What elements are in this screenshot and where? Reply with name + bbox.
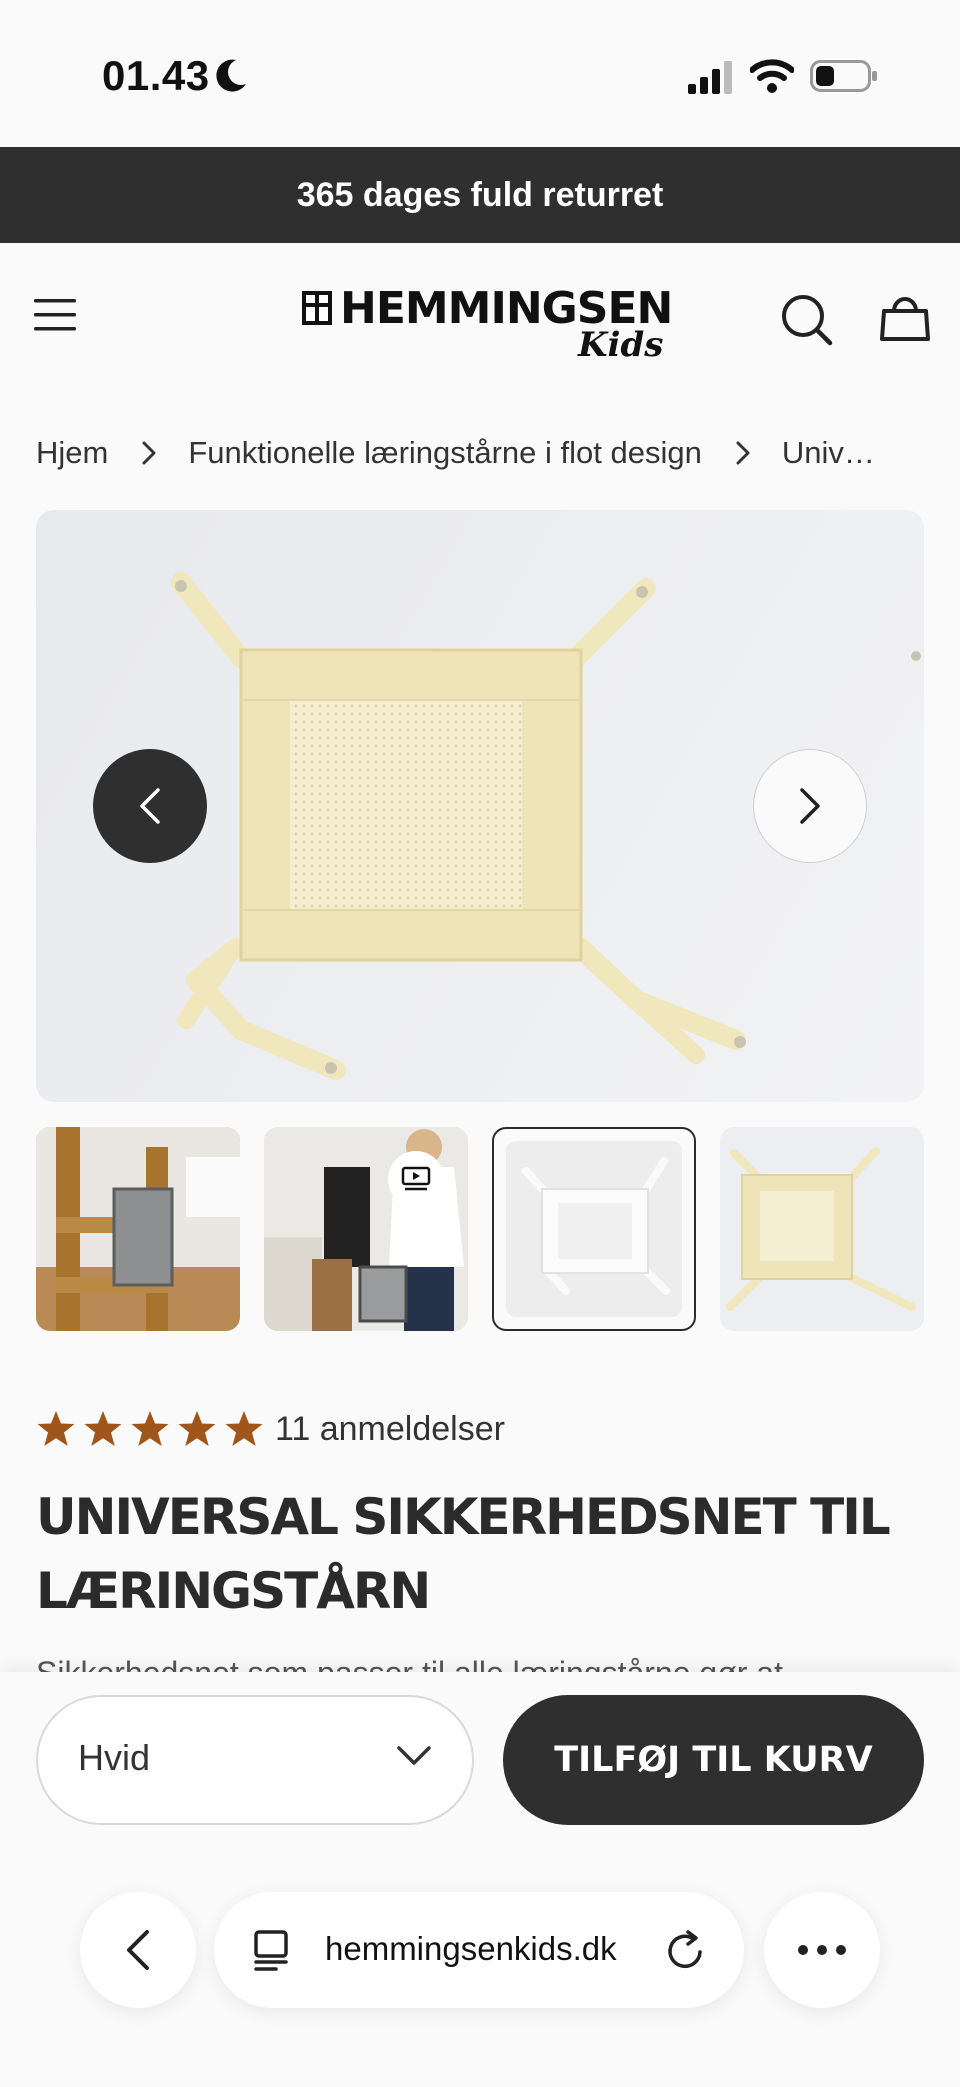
browser-more-button[interactable] [764, 1892, 880, 2008]
video-badge [388, 1151, 444, 1207]
white-net-photo [522, 1157, 670, 1295]
logo-mark-icon [302, 291, 332, 325]
wifi-icon [750, 59, 794, 93]
product-rating[interactable]: 11 anmeldelser [36, 1405, 505, 1453]
announcement-text: 365 dages fuld returret [296, 175, 664, 214]
sticky-purchase-bar: Hvid TILFØJ TIL KURV [0, 1672, 960, 2087]
browser-url: hemmingsenkids.dk [325, 1930, 617, 1967]
chevron-right-icon [736, 441, 750, 465]
browser-back-button[interactable] [80, 1892, 196, 2008]
breadcrumb-home[interactable]: Hjem [36, 435, 108, 471]
more-options-icon [798, 1945, 846, 1955]
product-description: Sikkerhedsnet som passer til alle læring… [36, 1655, 783, 1674]
beige-net-photo [726, 1147, 916, 1311]
chevron-left-icon [127, 1930, 149, 1970]
site-header: HEMMINGSEN Kids [0, 243, 960, 393]
battery-icon [810, 60, 877, 92]
chevron-right-icon [142, 441, 156, 465]
breadcrumb-collection[interactable]: Funktionelle læringstårne i flot design [188, 435, 702, 471]
browser-address-bar[interactable]: hemmingsenkids.dk [214, 1892, 744, 2008]
chevron-down-icon [397, 1746, 431, 1765]
status-time: 01.43 [102, 52, 210, 99]
logo-subtext: Kids [578, 325, 664, 365]
status-bar: 01.43 [0, 0, 960, 147]
reload-icon[interactable] [666, 1930, 706, 1972]
star-icon [37, 1411, 75, 1446]
product-title: UNIVERSAL SIKKERHEDSNET TIL LÆRINGSTÅRN [36, 1488, 891, 1620]
thumbnail-2-video[interactable] [264, 1127, 468, 1331]
search-icon[interactable] [780, 293, 834, 347]
learning-tower-photo [36, 1127, 240, 1331]
breadcrumb: Hjem Funktionelle læringstårne i flot de… [36, 428, 936, 478]
play-video-icon [401, 1166, 431, 1191]
review-count[interactable]: 11 anmeldelser [275, 1410, 505, 1449]
gallery-prev-button[interactable] [93, 749, 207, 863]
moon-icon [216, 59, 246, 92]
hamburger-menu-icon[interactable] [32, 295, 78, 335]
cellular-signal-icon [688, 61, 732, 94]
variant-select[interactable]: Hvid [36, 1695, 474, 1825]
add-to-cart-button[interactable]: TILFØJ TIL KURV [503, 1695, 924, 1825]
variant-selected-value: Hvid [78, 1737, 151, 1778]
thumbnail-4[interactable] [720, 1127, 924, 1331]
shopping-bag-icon[interactable] [878, 291, 932, 345]
breadcrumb-current: Univ… [781, 435, 875, 470]
gallery-next-button[interactable] [753, 749, 867, 863]
announcement-bar: 365 dages fuld returret [0, 147, 960, 243]
star-icon [225, 1411, 263, 1446]
reader-tabs-icon [254, 1930, 288, 1971]
video-preview-photo [264, 1127, 468, 1331]
chevron-right-icon [800, 788, 820, 824]
thumbnail-strip [36, 1127, 924, 1331]
star-icon [131, 1411, 169, 1446]
site-logo[interactable]: HEMMINGSEN Kids [300, 283, 673, 365]
chevron-left-icon [140, 788, 160, 824]
star-icon [178, 1411, 216, 1446]
thumbnail-1[interactable] [36, 1127, 240, 1331]
thumbnail-3-selected[interactable] [492, 1127, 696, 1331]
star-icon [84, 1411, 122, 1446]
